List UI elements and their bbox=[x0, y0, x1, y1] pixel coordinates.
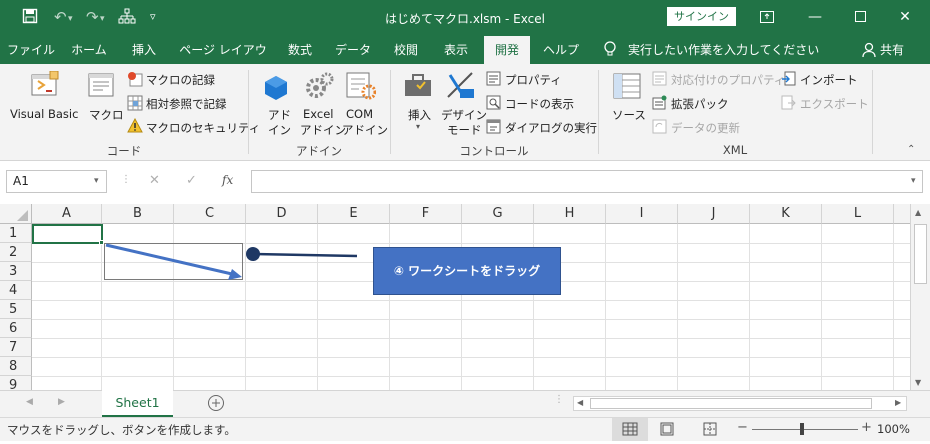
drag-arrowhead bbox=[228, 269, 242, 280]
zoom-slider-thumb[interactable] bbox=[800, 423, 804, 435]
add-sheet-icon[interactable] bbox=[207, 394, 225, 415]
page-break-view-icon[interactable] bbox=[703, 422, 717, 439]
drag-arrow-line bbox=[105, 243, 233, 276]
split-handle-icon[interactable]: ⋮ bbox=[554, 394, 564, 405]
vertical-scroll-thumb[interactable] bbox=[914, 224, 927, 284]
sheet-tab-bar: ◀ ▶ Sheet1 ⋮ ◀ ▶ bbox=[0, 390, 930, 417]
instruction-callout: ④ ワークシートをドラッグ bbox=[373, 247, 561, 295]
callout-marker-dot bbox=[246, 247, 260, 261]
drag-arrow-overlay bbox=[105, 243, 358, 280]
horizontal-scrollbar[interactable]: ◀ ▶ bbox=[573, 396, 907, 411]
sheet-next-icon[interactable]: ▶ bbox=[58, 397, 65, 407]
zoom-out-icon[interactable]: − bbox=[737, 420, 748, 435]
horizontal-scroll-thumb[interactable] bbox=[590, 398, 872, 409]
scroll-left-icon[interactable]: ◀ bbox=[577, 398, 583, 407]
scroll-up-icon[interactable]: ▲ bbox=[915, 208, 921, 217]
zoom-level[interactable]: 100% bbox=[877, 422, 910, 436]
zoom-slider-track[interactable] bbox=[752, 429, 858, 430]
callout-connector-line bbox=[252, 252, 358, 258]
zoom-in-icon[interactable]: + bbox=[861, 420, 872, 435]
page-layout-view-icon[interactable] bbox=[660, 422, 674, 439]
status-message: マウスをドラッグし、ボタンを作成します。 bbox=[7, 423, 236, 437]
scroll-right-icon[interactable]: ▶ bbox=[895, 398, 901, 407]
vertical-scrollbar[interactable]: ▲ ▼ bbox=[910, 204, 930, 390]
sheet-prev-icon[interactable]: ◀ bbox=[26, 397, 33, 407]
scroll-down-icon[interactable]: ▼ bbox=[915, 378, 921, 387]
status-bar: マウスをドラッグし、ボタンを作成します。 − + 100% bbox=[0, 417, 930, 441]
sheet-tab-sheet1[interactable]: Sheet1 bbox=[102, 390, 173, 417]
normal-view-button[interactable] bbox=[612, 418, 648, 441]
